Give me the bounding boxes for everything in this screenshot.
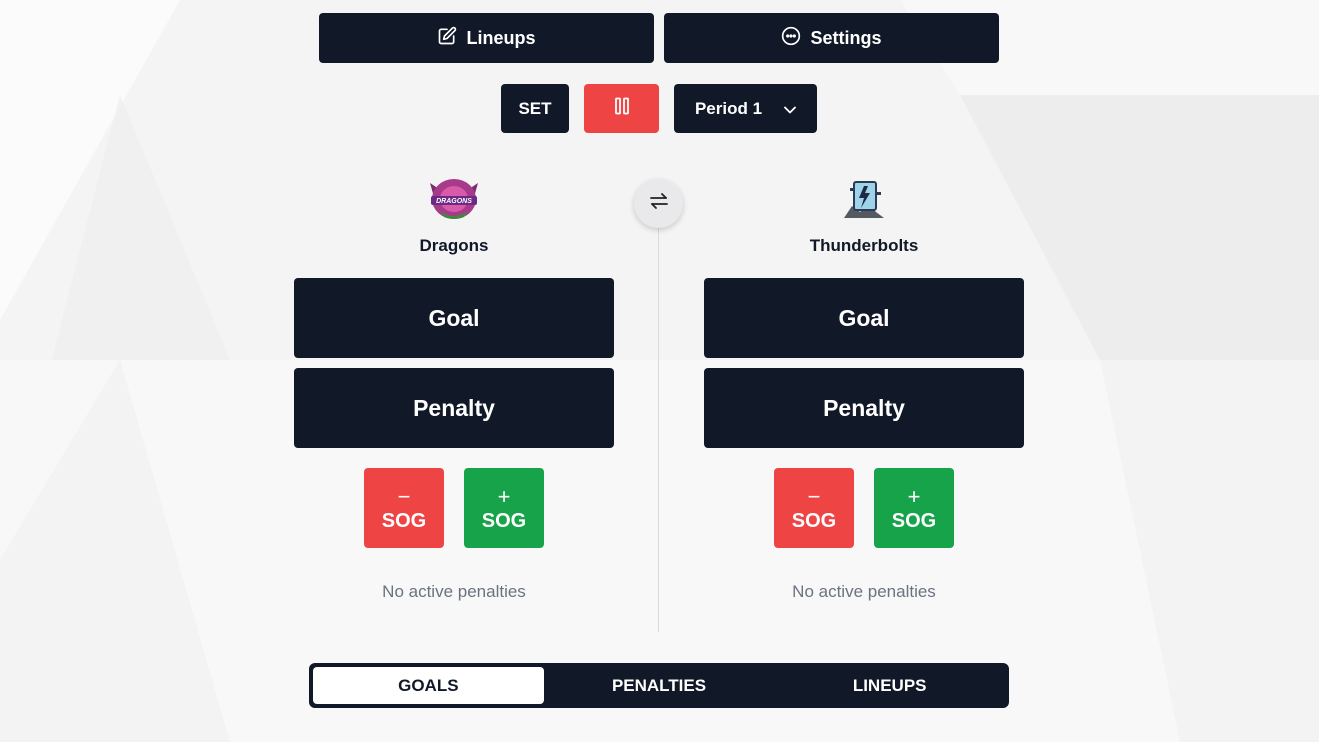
away-goal-label: Goal: [838, 304, 890, 331]
lineups-button[interactable]: Lineups: [319, 13, 654, 63]
home-sog-increment-label: SOG: [481, 509, 527, 532]
period-select[interactable]: Period 1: [674, 84, 817, 133]
home-team-name: Dragons: [419, 236, 489, 255]
away-goal-button[interactable]: Goal: [704, 278, 1024, 358]
away-team-name: Thunderbolts: [809, 236, 919, 255]
home-team-logo: DRAGONS: [428, 177, 480, 221]
home-sog-decrement-label: SOG: [381, 509, 427, 532]
away-penalty-label: Penalty: [823, 394, 905, 421]
plus-icon: +: [497, 483, 511, 509]
home-penalty-button[interactable]: Penalty: [294, 368, 614, 448]
settings-button[interactable]: Settings: [664, 13, 999, 63]
chevron-down-icon: [784, 99, 796, 119]
away-team-logo: [840, 176, 888, 220]
set-clock-button[interactable]: SET: [501, 84, 569, 133]
minus-icon: −: [397, 483, 411, 509]
minus-icon: −: [807, 483, 821, 509]
tab-lineups[interactable]: LINEUPS: [774, 667, 1005, 704]
more-horizontal-icon: [781, 26, 801, 51]
period-select-value: Period 1: [694, 98, 763, 118]
tab-goals[interactable]: GOALS: [313, 667, 544, 704]
swap-arrows-icon: [649, 192, 669, 215]
home-penalties-status: No active penalties: [382, 582, 526, 601]
team-divider: [658, 210, 659, 632]
away-sog-increment-button[interactable]: + SOG: [874, 468, 954, 548]
pause-icon: [614, 97, 630, 120]
svg-text:DRAGONS: DRAGONS: [436, 198, 472, 205]
away-sog-increment-label: SOG: [891, 509, 937, 532]
away-sog-decrement-label: SOG: [791, 509, 837, 532]
home-goal-label: Goal: [428, 304, 480, 331]
home-penalty-label: Penalty: [413, 394, 495, 421]
page-background: [0, 0, 1319, 742]
tab-penalties[interactable]: PENALTIES: [544, 667, 775, 704]
away-sog-decrement-button[interactable]: − SOG: [774, 468, 854, 548]
away-penalty-button[interactable]: Penalty: [704, 368, 1024, 448]
edit-icon: [437, 26, 457, 51]
settings-button-label: Settings: [810, 27, 882, 48]
pause-button[interactable]: [584, 84, 659, 133]
away-penalties-status: No active penalties: [792, 582, 936, 601]
swap-teams-button[interactable]: [634, 179, 683, 228]
plus-icon: +: [907, 483, 921, 509]
lineups-button-label: Lineups: [466, 27, 536, 48]
home-goal-button[interactable]: Goal: [294, 278, 614, 358]
bottom-tab-bar: GOALS PENALTIES LINEUPS: [309, 663, 1009, 708]
home-sog-decrement-button[interactable]: − SOG: [364, 468, 444, 548]
home-sog-increment-button[interactable]: + SOG: [464, 468, 544, 548]
set-clock-label: SET: [518, 98, 552, 118]
